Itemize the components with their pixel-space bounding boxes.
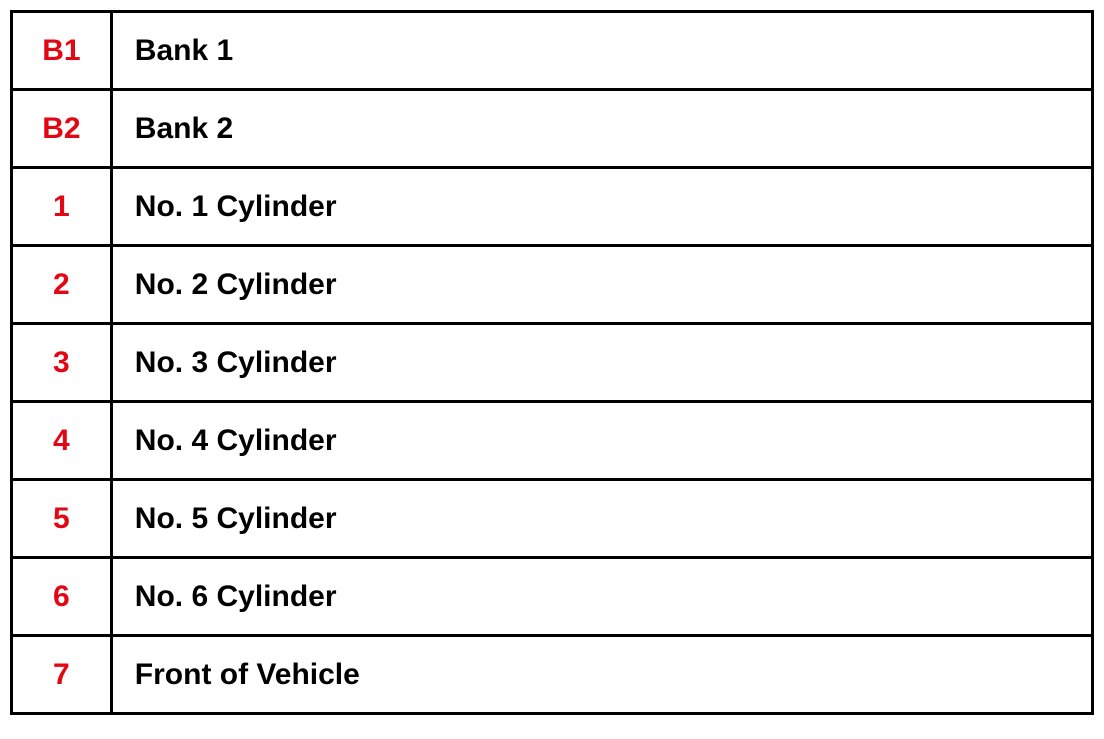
table-row: 7 Front of Vehicle xyxy=(12,636,1093,714)
legend-value: Front of Vehicle xyxy=(111,636,1092,714)
legend-value: Bank 1 xyxy=(111,12,1092,90)
table-row: B1 Bank 1 xyxy=(12,12,1093,90)
legend-value: No. 2 Cylinder xyxy=(111,246,1092,324)
legend-key: 3 xyxy=(12,324,112,402)
legend-table: B1 Bank 1 B2 Bank 2 1 No. 1 Cylinder 2 N… xyxy=(10,10,1094,715)
table-row: 1 No. 1 Cylinder xyxy=(12,168,1093,246)
legend-value: No. 3 Cylinder xyxy=(111,324,1092,402)
table-row: 2 No. 2 Cylinder xyxy=(12,246,1093,324)
legend-key: 1 xyxy=(12,168,112,246)
table-row: 3 No. 3 Cylinder xyxy=(12,324,1093,402)
legend-key: 4 xyxy=(12,402,112,480)
legend-value: Bank 2 xyxy=(111,90,1092,168)
legend-key: 5 xyxy=(12,480,112,558)
legend-key: B2 xyxy=(12,90,112,168)
table-row: B2 Bank 2 xyxy=(12,90,1093,168)
legend-key: 6 xyxy=(12,558,112,636)
legend-value: No. 1 Cylinder xyxy=(111,168,1092,246)
legend-key: 2 xyxy=(12,246,112,324)
table-row: 4 No. 4 Cylinder xyxy=(12,402,1093,480)
legend-key: B1 xyxy=(12,12,112,90)
legend-value: No. 6 Cylinder xyxy=(111,558,1092,636)
table-row: 5 No. 5 Cylinder xyxy=(12,480,1093,558)
table-row: 6 No. 6 Cylinder xyxy=(12,558,1093,636)
legend-value: No. 5 Cylinder xyxy=(111,480,1092,558)
legend-value: No. 4 Cylinder xyxy=(111,402,1092,480)
legend-key: 7 xyxy=(12,636,112,714)
